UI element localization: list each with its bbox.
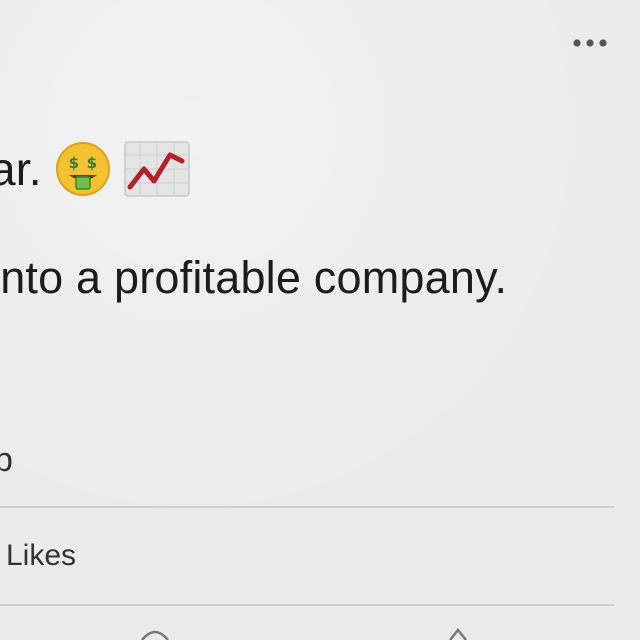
chart-increasing-icon	[124, 141, 190, 197]
svg-text:$: $	[68, 154, 79, 172]
reaction-text: p	[0, 441, 13, 479]
post-text-line-1: ar. $ $	[0, 138, 190, 200]
post-card: ar. $ $ into a profitable company. p Lik…	[0, 0, 640, 640]
more-options-icon	[573, 39, 607, 47]
post-text-line-2: into a profitable company.	[0, 252, 508, 303]
money-mouth-face-icon: $ $	[52, 138, 114, 200]
divider	[0, 506, 614, 508]
share-icon[interactable]	[448, 628, 468, 640]
post-text-line-1-text: ar.	[0, 143, 42, 195]
more-options-button[interactable]	[566, 26, 614, 60]
svg-text:$: $	[86, 154, 97, 172]
likes-count-link[interactable]: Likes	[6, 536, 76, 576]
comment-icon[interactable]	[140, 626, 170, 640]
divider	[0, 604, 614, 606]
